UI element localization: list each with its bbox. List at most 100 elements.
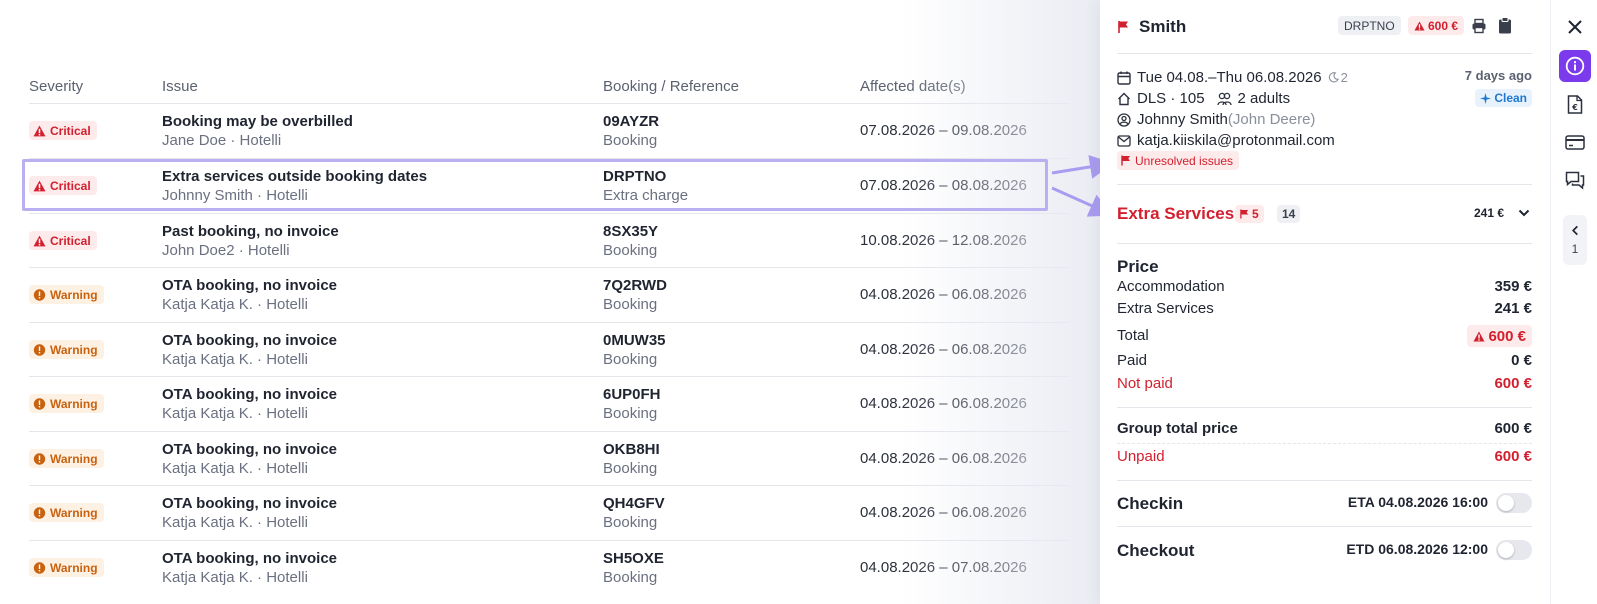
booking-code-tag[interactable]: DRPTNO bbox=[1338, 16, 1401, 35]
chevron-down-icon[interactable] bbox=[1518, 208, 1530, 218]
issue-title: OTA booking, no invoice bbox=[162, 550, 337, 567]
issue-subtitle: Katja Katja K. · Hotelli bbox=[162, 460, 308, 477]
table-row[interactable]: Warning OTA booking, no invoice Katja Katj… bbox=[29, 540, 1069, 595]
warning-triangle-icon bbox=[33, 180, 46, 191]
affected-dates: 04.08.2026 – 06.08.2026 bbox=[860, 504, 1027, 521]
severity-badge: Warning bbox=[29, 558, 104, 577]
extra-services-total: 241 € bbox=[1473, 206, 1504, 220]
affected-dates: 07.08.2026 – 08.08.2026 bbox=[860, 177, 1027, 194]
extra-services-flag-count: 5 bbox=[1252, 207, 1259, 221]
alert-circle-icon bbox=[33, 397, 46, 410]
group-total-label: Group total price bbox=[1117, 420, 1238, 437]
messages-tab-button[interactable] bbox=[1559, 164, 1591, 196]
severity-badge: Critical bbox=[29, 121, 97, 140]
alert-circle-icon bbox=[33, 561, 46, 574]
warning-triangle-icon bbox=[1414, 20, 1425, 31]
issue-subtitle: Johnny Smith · Hotelli bbox=[162, 187, 308, 204]
column-header-reference[interactable]: Booking / Reference bbox=[603, 78, 739, 95]
group-total-value: 600 € bbox=[1494, 420, 1532, 437]
column-header-issue[interactable]: Issue bbox=[162, 78, 198, 95]
total-value-badge: 600 € bbox=[1467, 325, 1532, 347]
booking-reference[interactable]: 7Q2RWD bbox=[603, 277, 667, 294]
payment-tab-button[interactable] bbox=[1559, 126, 1591, 158]
not-paid-value: 600 € bbox=[1494, 375, 1532, 392]
close-button[interactable] bbox=[1559, 11, 1591, 43]
table-row[interactable]: Warning OTA booking, no invoice Katja Katj… bbox=[29, 376, 1069, 431]
extra-services-title: Extra Services bbox=[1117, 204, 1235, 223]
chat-icon bbox=[1565, 171, 1585, 190]
checkin-toggle[interactable] bbox=[1496, 493, 1532, 513]
contact-name[interactable]: Johnny Smith bbox=[1137, 111, 1228, 128]
contact-line: Johnny Smith(John Deere) bbox=[1117, 111, 1315, 128]
severity-badge: Warning bbox=[29, 340, 104, 359]
booking-reference[interactable]: 0MUW35 bbox=[603, 332, 666, 349]
alert-circle-icon bbox=[33, 288, 46, 301]
table-row[interactable]: Warning OTA booking, no invoice Katja Katj… bbox=[29, 431, 1069, 486]
collapse-panel-button[interactable]: 1 bbox=[1563, 215, 1587, 265]
table-row[interactable]: Critical Booking may be overbilled Jane Do… bbox=[29, 103, 1069, 158]
table-row[interactable]: Critical Past booking, no invoice John Doe… bbox=[29, 213, 1069, 268]
alert-amount-tag[interactable]: 600 € bbox=[1408, 16, 1465, 35]
booking-reference[interactable]: DRPTNO bbox=[603, 168, 666, 185]
affected-dates: 04.08.2026 – 07.08.2026 bbox=[860, 559, 1027, 576]
invoice-icon: € bbox=[1567, 94, 1583, 114]
affected-dates: 04.08.2026 – 06.08.2026 bbox=[860, 286, 1027, 303]
dashed-divider bbox=[1117, 443, 1532, 444]
extras-label: Extra Services bbox=[1117, 300, 1214, 317]
table-row[interactable]: Warning OTA booking, no invoice Katja Katj… bbox=[29, 485, 1069, 540]
unresolved-issues-badge[interactable]: Unresolved issues bbox=[1117, 151, 1240, 170]
issue-title: Past booking, no invoice bbox=[162, 223, 339, 240]
reference-type: Booking bbox=[603, 132, 658, 149]
clipboard-icon[interactable] bbox=[1498, 17, 1512, 34]
issue-title: OTA booking, no invoice bbox=[162, 495, 337, 512]
booking-detail-panel: Smith DRPTNO 600 € Tue 04.08.–Thu 06.08.… bbox=[1100, 0, 1550, 604]
print-icon[interactable] bbox=[1471, 18, 1487, 34]
column-header-dates[interactable]: Affected date(s) bbox=[860, 78, 966, 95]
extra-services-flag-badge: 5 bbox=[1235, 205, 1264, 223]
clean-status-badge[interactable]: Clean bbox=[1475, 89, 1532, 107]
booking-reference[interactable]: 6UP0FH bbox=[603, 386, 661, 403]
flag-icon bbox=[1118, 21, 1128, 33]
divider bbox=[1117, 53, 1532, 54]
issue-title: Booking may be overbilled bbox=[162, 113, 353, 130]
table-row[interactable]: Warning OTA booking, no invoice Katja Katj… bbox=[29, 267, 1069, 322]
email[interactable]: katja.kiiskila@protonmail.com bbox=[1137, 132, 1335, 149]
severity-label: Critical bbox=[50, 178, 91, 193]
chevron-left-icon bbox=[1571, 225, 1578, 235]
moon-icon bbox=[1328, 72, 1339, 83]
extra-services-header[interactable]: Extra Services 5 14 241 € bbox=[1117, 203, 1532, 225]
reference-type: Extra charge bbox=[603, 187, 689, 204]
info-tab-button[interactable] bbox=[1559, 50, 1591, 82]
user-circle-icon bbox=[1117, 112, 1131, 127]
severity-label: Warning bbox=[50, 287, 98, 302]
svg-text:€: € bbox=[1571, 103, 1578, 112]
issue-title: OTA booking, no invoice bbox=[162, 277, 337, 294]
side-rail: € 1 bbox=[1550, 0, 1597, 604]
nights-count: 2 bbox=[1340, 70, 1348, 85]
booking-reference[interactable]: 8SX35Y bbox=[603, 223, 658, 240]
column-header-severity[interactable]: Severity bbox=[29, 78, 83, 95]
clean-status: Clean bbox=[1494, 91, 1527, 105]
reference-type: Booking bbox=[603, 405, 658, 422]
booking-reference[interactable]: OKB8HI bbox=[603, 441, 660, 458]
issue-title: OTA booking, no invoice bbox=[162, 332, 337, 349]
table-row[interactable]: Warning OTA booking, no invoice Katja Katj… bbox=[29, 322, 1069, 377]
guests-icon bbox=[1216, 92, 1232, 105]
reference-type: Booking bbox=[603, 460, 658, 477]
checkout-toggle[interactable] bbox=[1496, 540, 1532, 560]
reference-type: Booking bbox=[603, 569, 658, 586]
table-row[interactable]: Critical Extra services outside booking d… bbox=[29, 158, 1069, 213]
booking-reference[interactable]: 09AYZR bbox=[603, 113, 659, 130]
severity-label: Warning bbox=[50, 451, 98, 466]
invoice-tab-button[interactable]: € bbox=[1559, 88, 1591, 120]
extras-value: 241 € bbox=[1494, 300, 1532, 317]
extra-services-count-badge: 14 bbox=[1277, 205, 1301, 223]
booking-reference[interactable]: QH4GFV bbox=[603, 495, 665, 512]
total-value: 600 € bbox=[1488, 327, 1526, 345]
reference-type: Booking bbox=[603, 351, 658, 368]
reference-type: Booking bbox=[603, 242, 658, 259]
issue-title: OTA booking, no invoice bbox=[162, 386, 337, 403]
booking-reference[interactable]: SH5OXE bbox=[603, 550, 664, 567]
flag-icon bbox=[1121, 155, 1130, 166]
unpaid-label: Unpaid bbox=[1117, 448, 1165, 465]
